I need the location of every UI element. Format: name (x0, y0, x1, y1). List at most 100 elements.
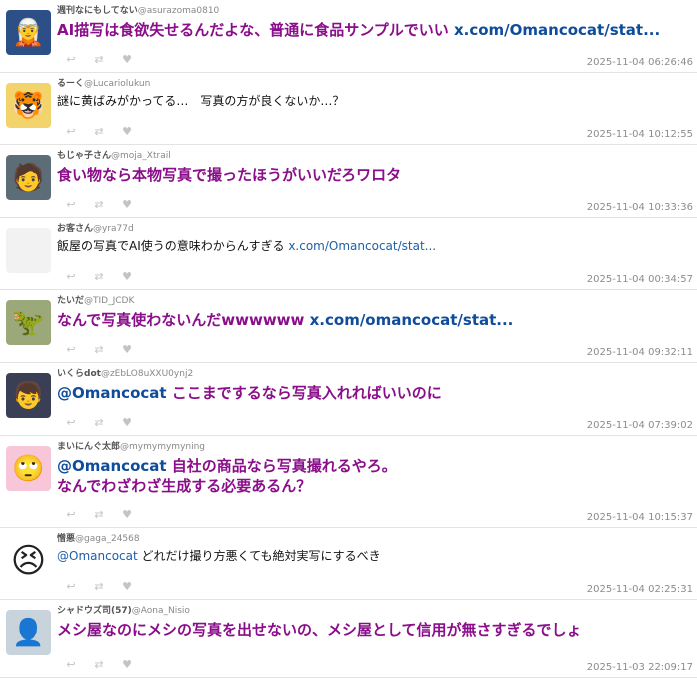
reply-icon[interactable]: ↩ (64, 580, 78, 593)
like-icon[interactable]: ♥ (120, 658, 134, 671)
post-text: @Omancocat 自社の商品なら写真撮れるやろ。 なんでわざわざ生成する必要… (57, 456, 693, 496)
like-icon[interactable]: ♥ (120, 343, 134, 356)
blank-avatar-icon[interactable] (6, 228, 51, 273)
like-icon[interactable]: ♥ (120, 416, 134, 429)
post-actions: ↩ ⇄ ♥ (64, 270, 134, 283)
post-timestamp[interactable]: 2025-11-04 10:15:37 (587, 512, 693, 523)
post-body: AI描写は食欲失せるんだよな、普通に食品サンプルでいい (57, 21, 454, 39)
mention-link[interactable]: @Omancocat (57, 549, 138, 563)
post-timestamp[interactable]: 2025-11-04 10:12:55 (587, 129, 693, 140)
retweet-icon[interactable]: ⇄ (92, 658, 106, 671)
post-actions: ↩ ⇄ ♥ (64, 53, 134, 66)
username[interactable]: るーく (57, 79, 84, 89)
post-meta: お客さん@yra77d (57, 223, 693, 236)
username[interactable]: お客さん (57, 224, 93, 234)
post-text: 食い物なら本物写真で撮ったほうがいいだろワロタ (57, 165, 693, 185)
retweet-icon[interactable]: ⇄ (92, 580, 106, 593)
retweet-icon[interactable]: ⇄ (92, 343, 106, 356)
username[interactable]: もじゃ子さん (57, 151, 111, 161)
post-text: メシ屋なのにメシの写真を出せないの、メシ屋として信用が無さすぎるでしょ (57, 620, 693, 640)
retweet-icon[interactable]: ⇄ (92, 508, 106, 521)
reply-icon[interactable]: ↩ (64, 198, 78, 211)
like-icon[interactable]: ♥ (120, 125, 134, 138)
post-actions: ↩ ⇄ ♥ (64, 658, 134, 671)
user-handle[interactable]: @yra77d (93, 224, 134, 234)
username[interactable]: 憎悪 (57, 534, 75, 544)
post-text: @Omancocat ここまでするなら写真入れればいいのに (57, 383, 693, 403)
emoji-face-icon[interactable]: 🙄 (6, 446, 51, 491)
retweet-icon[interactable]: ⇄ (92, 416, 106, 429)
reply-icon[interactable]: ↩ (64, 53, 78, 66)
post-timestamp[interactable]: 2025-11-04 00:34:57 (587, 274, 693, 285)
post-meta: たいだ@TID_JCDK (57, 295, 693, 308)
username[interactable]: まいにんぐ太郎 (57, 442, 120, 452)
user-handle[interactable]: @Aona_Nisio (132, 606, 190, 616)
reply-icon[interactable]: ↩ (64, 343, 78, 356)
post-timestamp[interactable]: 2025-11-03 22:09:17 (587, 662, 693, 673)
reply-post: お客さん@yra77d 飯屋の写真でAI使うの意味わからんすぎる x.com/Om… (0, 218, 697, 290)
post-body: どれだけ撮り方悪くても絶対実写にするべき (137, 549, 381, 563)
post-meta: もじゃ子さん@moja_Xtrail (57, 150, 693, 163)
anime-girl-icon[interactable]: 🧝 (6, 10, 51, 55)
figure-photo-icon[interactable]: 🦖 (6, 300, 51, 345)
mention-link[interactable]: @Omancocat (57, 384, 167, 402)
post-meta: まいにんぐ太郎@mymymymyning (57, 441, 693, 454)
user-handle[interactable]: @gaga_24568 (75, 534, 140, 544)
anime-boy-icon[interactable]: 👦 (6, 373, 51, 418)
post-timestamp[interactable]: 2025-11-04 06:26:46 (587, 57, 693, 68)
user-handle[interactable]: @Lucariolukun (84, 79, 150, 89)
like-icon[interactable]: ♥ (120, 580, 134, 593)
reply-post: 🧝 週刊なにもしてない@asurazoma0810 AI描写は食欲失せるんだよな、普… (0, 0, 697, 73)
like-icon[interactable]: ♥ (120, 508, 134, 521)
post-meta: いくらdot@zEbLO8uXXU0ynj2 (57, 368, 693, 381)
post-body: ここまでするなら写真入れればいいのに (166, 384, 442, 402)
person-photo-icon[interactable]: 🧑 (6, 155, 51, 200)
username[interactable]: 週刊なにもしてない (57, 6, 138, 16)
user-handle[interactable]: @moja_Xtrail (111, 151, 171, 161)
username[interactable]: シャドウズ司(57) (57, 606, 132, 616)
tiger-character-icon[interactable]: 🐯 (6, 83, 51, 128)
post-text: なんで写真使わないんだwwwwww x.com/omancocat/stat..… (57, 310, 693, 330)
retweet-icon[interactable]: ⇄ (92, 53, 106, 66)
tweet-link[interactable]: x.com/omancocat/stat... (310, 311, 514, 329)
like-icon[interactable]: ♥ (120, 198, 134, 211)
reply-post: 🙄 まいにんぐ太郎@mymymymyning @Omancocat 自社の商品なら写… (0, 436, 697, 528)
username[interactable]: たいだ (57, 296, 84, 306)
post-meta: シャドウズ司(57)@Aona_Nisio (57, 605, 693, 618)
like-icon[interactable]: ♥ (120, 53, 134, 66)
username[interactable]: いくらdot (57, 369, 101, 379)
retweet-icon[interactable]: ⇄ (92, 270, 106, 283)
tweet-link[interactable]: x.com/Omancocat/stat... (288, 239, 436, 253)
reply-icon[interactable]: ↩ (64, 125, 78, 138)
angry-face-icon[interactable]: 😣 (6, 538, 51, 583)
like-icon[interactable]: ♥ (120, 270, 134, 283)
reply-post: 👦 いくらdot@zEbLO8uXXU0ynj2 @Omancocat ここまでする… (0, 363, 697, 436)
reply-post: 🐯 るーく@Lucariolukun 謎に黄ばみがかってる… 写真の方が良くないか…… (0, 73, 697, 145)
post-timestamp[interactable]: 2025-11-04 09:32:11 (587, 347, 693, 358)
post-meta: るーく@Lucariolukun (57, 78, 693, 91)
post-body: メシ屋なのにメシの写真を出せないの、メシ屋として信用が無さすぎるでしょ (57, 621, 582, 639)
reply-post: 🦖 たいだ@TID_JCDK なんで写真使わないんだwwwwww x.com/oma… (0, 290, 697, 363)
post-body: 食い物なら本物写真で撮ったほうがいいだろワロタ (57, 166, 402, 184)
tweet-link[interactable]: x.com/Omancocat/stat... (454, 21, 660, 39)
post-actions: ↩ ⇄ ♥ (64, 198, 134, 211)
user-handle[interactable]: @asurazoma0810 (138, 6, 220, 16)
reply-icon[interactable]: ↩ (64, 270, 78, 283)
reply-icon[interactable]: ↩ (64, 658, 78, 671)
user-handle[interactable]: @mymymymyning (120, 442, 205, 452)
mention-link[interactable]: @Omancocat (57, 457, 167, 475)
reply-icon[interactable]: ↩ (64, 508, 78, 521)
gray-character-icon[interactable]: 👤 (6, 610, 51, 655)
reply-icon[interactable]: ↩ (64, 416, 78, 429)
retweet-icon[interactable]: ⇄ (92, 125, 106, 138)
post-body: なんで写真使わないんだwwwwww (57, 311, 310, 329)
post-meta: 週刊なにもしてない@asurazoma0810 (57, 5, 693, 18)
post-timestamp[interactable]: 2025-11-04 07:39:02 (587, 420, 693, 431)
post-text: 謎に黄ばみがかってる… 写真の方が良くないか…？ (57, 93, 693, 110)
retweet-icon[interactable]: ⇄ (92, 198, 106, 211)
user-handle[interactable]: @TID_JCDK (84, 296, 134, 306)
user-handle[interactable]: @zEbLO8uXXU0ynj2 (101, 369, 193, 379)
post-timestamp[interactable]: 2025-11-04 10:33:36 (587, 202, 693, 213)
post-text: @Omancocat どれだけ撮り方悪くても絶対実写にするべき (57, 548, 693, 565)
post-timestamp[interactable]: 2025-11-04 02:25:31 (587, 584, 693, 595)
